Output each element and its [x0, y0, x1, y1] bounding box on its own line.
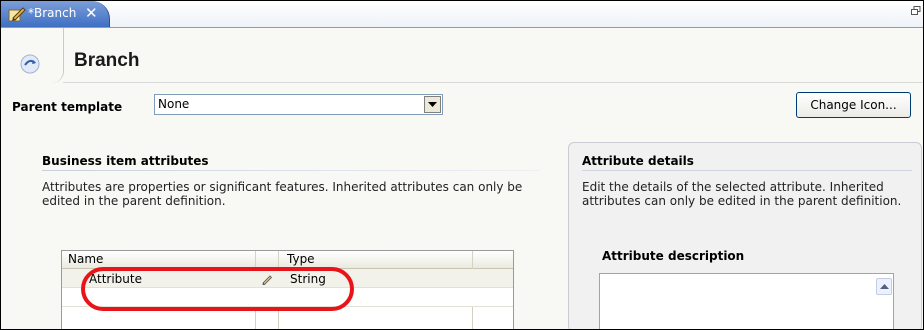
attribute-description-label: Attribute description	[602, 249, 745, 263]
attribute-details-title: Attribute details	[582, 154, 694, 168]
tab-branch[interactable]: *Branch ✕	[1, 1, 110, 27]
parent-template-label: Parent template	[12, 100, 123, 114]
branch-icon	[19, 53, 41, 75]
restore-icon[interactable]	[911, 5, 921, 15]
attribute-description-textarea[interactable]	[599, 273, 894, 329]
section-divider	[582, 170, 912, 171]
attribute-details-description: Edit the details of the selected attribu…	[582, 180, 902, 208]
page-title: Branch	[74, 50, 140, 71]
header-divider	[63, 82, 923, 83]
pencil-edit-icon	[8, 5, 26, 23]
highlight-annotation	[81, 267, 354, 311]
column-header-name[interactable]: Name	[68, 252, 103, 266]
parent-template-value: None	[158, 97, 190, 111]
chevron-down-icon[interactable]	[424, 96, 441, 113]
change-icon-button[interactable]: Change Icon...	[796, 92, 911, 118]
editor-tab-bar: *Branch ✕	[1, 1, 923, 28]
business-attributes-description: Attributes are properties or significant…	[42, 180, 523, 208]
close-icon[interactable]: ✕	[85, 4, 98, 22]
business-attributes-title: Business item attributes	[42, 154, 209, 168]
scroll-up-icon[interactable]	[876, 278, 892, 295]
parent-template-select[interactable]: None	[154, 94, 443, 115]
attribute-details-panel: Attribute details Edit the details of th…	[568, 142, 922, 329]
section-divider	[42, 170, 540, 171]
column-header-type[interactable]: Type	[287, 252, 315, 266]
tab-label: *Branch	[28, 6, 77, 20]
editor-frame: *Branch ✕ Branch Parent template None Ch…	[0, 0, 924, 330]
